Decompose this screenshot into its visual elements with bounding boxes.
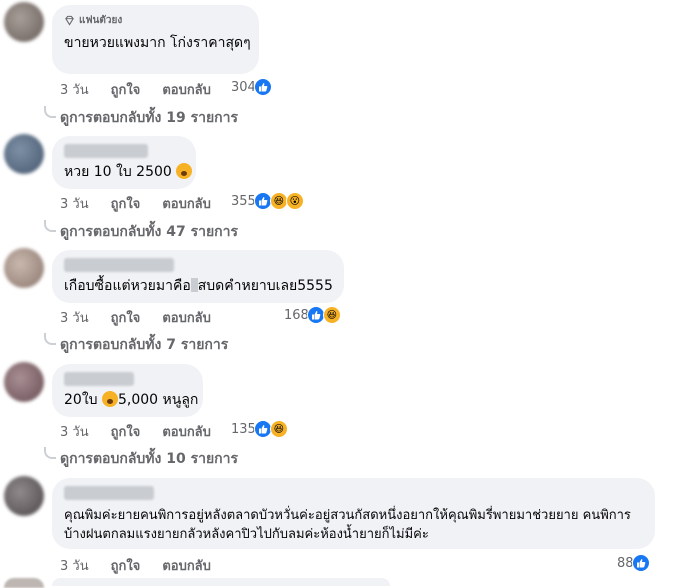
- reaction-count: 304: [231, 79, 256, 95]
- like-button[interactable]: ถูกใจ: [111, 193, 141, 214]
- reply-button[interactable]: ตอบกลับ: [162, 79, 211, 100]
- commenter-name[interactable]: [64, 486, 154, 500]
- commenter-name[interactable]: [64, 258, 174, 272]
- reaction-count: 355: [231, 193, 256, 209]
- avatar[interactable]: [4, 134, 44, 174]
- haha-face-icon: 😆: [269, 420, 288, 438]
- top-fan-badge: แฟนตัวยง: [64, 13, 247, 28]
- badge-label: แฟนตัวยง: [79, 15, 123, 26]
- comment-text: หวย 10 ใบ 2500: [64, 163, 193, 182]
- avatar[interactable]: [4, 578, 44, 588]
- diamond-icon: [65, 15, 74, 26]
- reply-button[interactable]: ตอบกลับ: [162, 307, 211, 328]
- reaction-summary[interactable]: 88: [617, 554, 650, 572]
- avatar[interactable]: [4, 248, 44, 288]
- wow-face-icon: [176, 163, 193, 179]
- comment-actions: 3 วัน ถูกใจ ตอบกลับ: [60, 193, 211, 214]
- view-replies-link[interactable]: ดูการตอบกลับทั้ง 47 รายการ: [44, 220, 239, 243]
- commenter-name[interactable]: [64, 372, 134, 386]
- view-replies-label: ดูการตอบกลับทั้ง 7 รายการ: [60, 337, 229, 353]
- comment-actions: 3 วัน ถูกใจ ตอบกลับ: [60, 555, 211, 576]
- view-replies-label: ดูการตอบกลับทั้ง 19 รายการ: [60, 110, 239, 126]
- view-replies-link[interactable]: ดูการตอบกลับทั้ง 19 รายการ: [44, 106, 239, 129]
- reply-button[interactable]: ตอบกลับ: [162, 193, 211, 214]
- avatar[interactable]: [4, 476, 44, 516]
- comment-time[interactable]: 3 วัน: [60, 421, 89, 442]
- view-replies-link[interactable]: ดูการตอบกลับทั้ง 7 รายการ: [44, 333, 229, 356]
- reaction-count: 135: [231, 421, 256, 437]
- wow-face-icon: 😮: [285, 192, 304, 210]
- comment-bubble: เกือบซื้อแต่หวยมาคือ สบดคำหยาบเลย5555: [52, 250, 344, 303]
- view-replies-link[interactable]: ดูการตอบกลับทั้ง 10 รายการ: [44, 447, 239, 470]
- comment-actions: 3 วัน ถูกใจ ตอบกลับ: [60, 307, 211, 328]
- comment-bubble: หวย 10 ใบ 2500: [52, 136, 196, 189]
- like-button[interactable]: ถูกใจ: [111, 79, 141, 100]
- view-replies-label: ดูการตอบกลับทั้ง 47 รายการ: [60, 224, 239, 240]
- comment-actions: 3 วัน ถูกใจ ตอบกลับ: [60, 421, 211, 442]
- comment-time[interactable]: 3 วัน: [60, 79, 89, 100]
- comment-text: เกือบซื้อแต่หวยมาคือ สบดคำหยาบเลย5555: [64, 278, 333, 294]
- comment-bubble: [52, 578, 390, 586]
- comment-actions: 3 วัน ถูกใจ ตอบกลับ: [60, 79, 211, 100]
- avatar[interactable]: [4, 362, 44, 402]
- like-button[interactable]: ถูกใจ: [111, 421, 141, 442]
- reaction-count: 168: [284, 307, 309, 323]
- avatar[interactable]: [4, 2, 44, 42]
- reaction-summary[interactable]: 355 😆 😮: [231, 192, 304, 210]
- comment-bubble: 20ใบ 5,000 หนูลูก: [52, 364, 203, 417]
- commenter-name[interactable]: [64, 144, 148, 158]
- comment-time[interactable]: 3 วัน: [60, 555, 89, 576]
- thumbs-up-icon: [253, 78, 272, 96]
- reply-button[interactable]: ตอบกลับ: [162, 555, 211, 576]
- comment-bubble: แฟนตัวยง ขายหวยแพงมาก โก่งราคาสุดๆ: [52, 5, 259, 74]
- comment-bubble: คุณพิมค่ะยายคนพิการอยู่หลังตลาดบัวหวั่นค…: [52, 478, 655, 549]
- comment-time[interactable]: 3 วัน: [60, 307, 89, 328]
- grinning-face-icon: [102, 391, 118, 407]
- reaction-summary[interactable]: 135 😆: [231, 420, 288, 438]
- view-replies-label: ดูการตอบกลับทั้ง 10 รายการ: [60, 451, 239, 467]
- reaction-summary[interactable]: 168 😆: [284, 306, 341, 324]
- comment-text: ขายหวยแพงมาก โก่งราคาสุดๆ: [64, 35, 251, 51]
- comment-time[interactable]: 3 วัน: [60, 193, 89, 214]
- like-button[interactable]: ถูกใจ: [111, 307, 141, 328]
- comment-text: คุณพิมค่ะยายคนพิการอยู่หลังตลาดบัวหวั่นค…: [64, 508, 631, 542]
- reply-button[interactable]: ตอบกลับ: [162, 421, 211, 442]
- haha-face-icon: 😆: [322, 306, 341, 324]
- thumbs-up-icon: [631, 554, 650, 572]
- like-button[interactable]: ถูกใจ: [111, 555, 141, 576]
- reaction-summary[interactable]: 304: [231, 78, 272, 96]
- comment-text: 20ใบ 5,000 หนูลูก: [64, 391, 199, 408]
